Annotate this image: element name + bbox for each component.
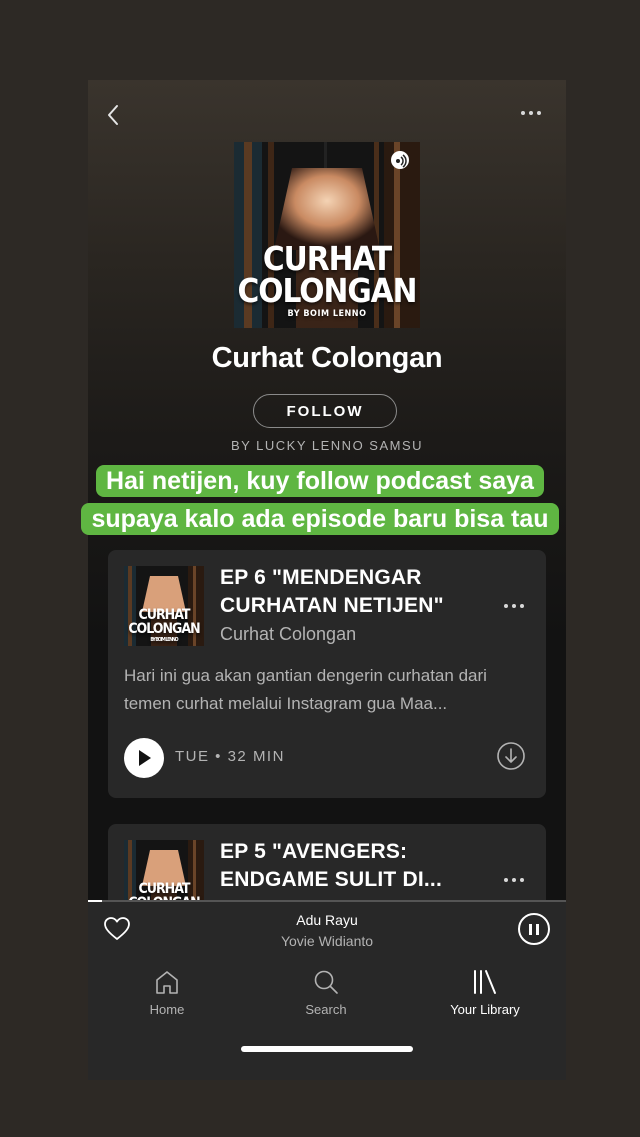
tab-label: Home bbox=[149, 1002, 185, 1017]
thumb-title-line2: COLONGAN bbox=[128, 621, 200, 637]
chevron-left-icon bbox=[108, 105, 118, 125]
mini-player[interactable]: Adu Rayu Yovie Widianto bbox=[88, 900, 566, 958]
pause-icon bbox=[529, 923, 532, 935]
podcast-badge-icon bbox=[391, 151, 409, 169]
episode-thumbnail: CURHAT COLONGAN BY BOIM LENNO bbox=[124, 566, 204, 646]
thumb-title-line1: CURHAT bbox=[138, 607, 191, 623]
cover-title-line2: COLONGAN bbox=[237, 271, 417, 310]
tab-home[interactable]: Home bbox=[107, 968, 227, 1017]
now-playing-artist: Yovie Widianto bbox=[280, 933, 374, 949]
playback-progress-fill bbox=[88, 900, 103, 902]
episode-title[interactable]: EP 6 "MENDENGAR CURHATAN NETIJEN" bbox=[220, 564, 490, 620]
overlay-line-2: supaya kalo ada episode baru bisa tau bbox=[81, 503, 559, 535]
episode-card[interactable]: CURHAT COLONGAN BY BOIM LENNO EP 6 "MEND… bbox=[108, 550, 546, 798]
episode-more-button[interactable] bbox=[504, 878, 524, 882]
download-button[interactable] bbox=[496, 741, 526, 771]
top-nav bbox=[88, 80, 566, 150]
thumb-byline: BY BOIM LENNO bbox=[150, 637, 178, 643]
tab-label: Search bbox=[305, 1002, 347, 1017]
overlay-line-1: Hai netijen, kuy follow podcast saya bbox=[96, 465, 544, 497]
home-indicator bbox=[241, 1046, 413, 1052]
tab-search[interactable]: Search bbox=[266, 968, 386, 1017]
cover-byline: BY BOIM LENNO bbox=[287, 309, 367, 319]
pause-button[interactable] bbox=[518, 913, 550, 945]
download-icon bbox=[497, 742, 525, 770]
more-options-button[interactable] bbox=[516, 100, 546, 126]
playback-progress-bar[interactable] bbox=[88, 900, 566, 902]
episode-more-button[interactable] bbox=[504, 604, 524, 608]
more-horizontal-icon bbox=[521, 111, 541, 115]
podcast-author: BY LUCKY LENNO SAMSU bbox=[230, 438, 424, 453]
library-icon bbox=[474, 970, 496, 994]
search-icon bbox=[314, 970, 338, 994]
tab-your-library[interactable]: Your Library bbox=[425, 968, 545, 1017]
more-horizontal-icon bbox=[504, 604, 524, 608]
episode-show-name: Curhat Colongan bbox=[220, 624, 357, 644]
home-icon bbox=[156, 971, 178, 994]
tab-label: Your Library bbox=[450, 1002, 520, 1017]
play-icon bbox=[139, 750, 151, 766]
bottom-tab-bar: Home Search Your Library bbox=[88, 958, 566, 1080]
follow-button[interactable]: FOLLOW bbox=[253, 394, 397, 428]
now-playing-title: Adu Rayu bbox=[296, 912, 358, 928]
phone-screen: CURHAT COLONGAN BY BOIM LENNO Curhat Col… bbox=[88, 80, 566, 1080]
more-horizontal-icon bbox=[504, 878, 524, 882]
podcast-cover-art: CURHAT COLONGAN BY BOIM LENNO bbox=[234, 142, 420, 328]
episode-description: Hari ini gua akan gantian dengerin curha… bbox=[124, 666, 487, 713]
story-text-overlay: Hai netijen, kuy follow podcast saya sup… bbox=[0, 462, 640, 538]
episode-meta: TUE • 32 MIN bbox=[175, 748, 285, 765]
pause-icon bbox=[536, 923, 539, 935]
podcast-title: Curhat Colongan bbox=[211, 342, 443, 374]
back-button[interactable] bbox=[102, 102, 124, 128]
episode-title[interactable]: EP 5 "AVENGERS: ENDGAME SULIT DI... bbox=[220, 838, 490, 894]
play-button[interactable] bbox=[124, 738, 164, 778]
thumb-title-line1: CURHAT bbox=[138, 881, 191, 897]
